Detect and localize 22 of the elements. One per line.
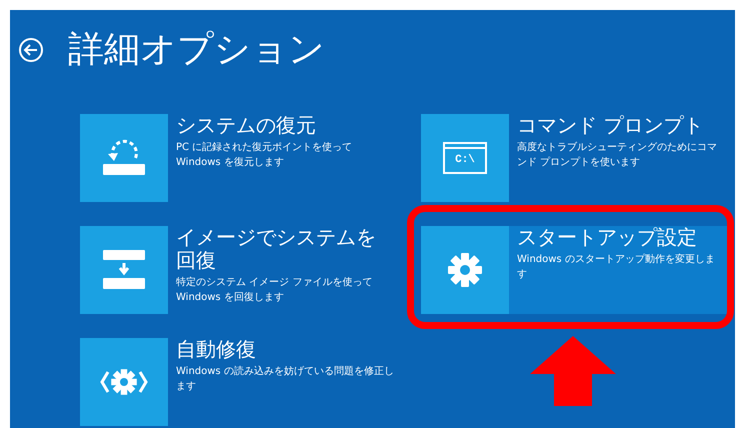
option-title: システムの復元 bbox=[176, 114, 317, 137]
option-button[interactable]: C:\ コマンド プロンプト 高度なトラブルシューティングのためにコマンド プロンプトを使います bbox=[421, 114, 728, 202]
option-description: 高度なトラブルシューティングのためにコマンド プロンプトを使います bbox=[517, 140, 718, 170]
option-title: 自動修復 bbox=[176, 338, 257, 361]
option-button[interactable]: イメージでシステムを回復 特定のシステム イメージ ファイルを使って Windows を回復します bbox=[80, 226, 400, 314]
option-button[interactable]: スタートアップ設定 Windows のスタートアップ動作を変更します bbox=[421, 226, 728, 314]
option-button[interactable]: 自動修復 Windows の読み込みを妨げている問題を修正します bbox=[80, 338, 400, 426]
prompt-text: C:\ bbox=[455, 155, 475, 166]
option-title: コマンド プロンプト bbox=[517, 114, 704, 137]
code-gear-icon bbox=[99, 367, 149, 397]
option-description: Windows のスタートアップ動作を変更します bbox=[517, 252, 716, 282]
restore-drive-icon bbox=[101, 139, 147, 177]
option-description: 特定のシステム イメージ ファイルを使って Windows を回復します bbox=[176, 276, 374, 305]
option-title: イメージでシステムを回復 bbox=[176, 226, 377, 272]
option-description: PC に記録された復元ポイントを使って Windows を復元します bbox=[176, 140, 354, 170]
option-button[interactable]: システムの復元 PC に記録された復元ポイントを使って Windows を復元します bbox=[80, 114, 400, 202]
page-title: 詳細オプション bbox=[68, 32, 325, 68]
drive-transfer-icon bbox=[101, 248, 147, 292]
option-description: Windows の読み込みを妨げている問題を修正します bbox=[176, 364, 394, 394]
back-icon[interactable] bbox=[18, 37, 44, 63]
option-title: スタートアップ設定 bbox=[517, 226, 698, 249]
gear-icon bbox=[448, 253, 482, 287]
